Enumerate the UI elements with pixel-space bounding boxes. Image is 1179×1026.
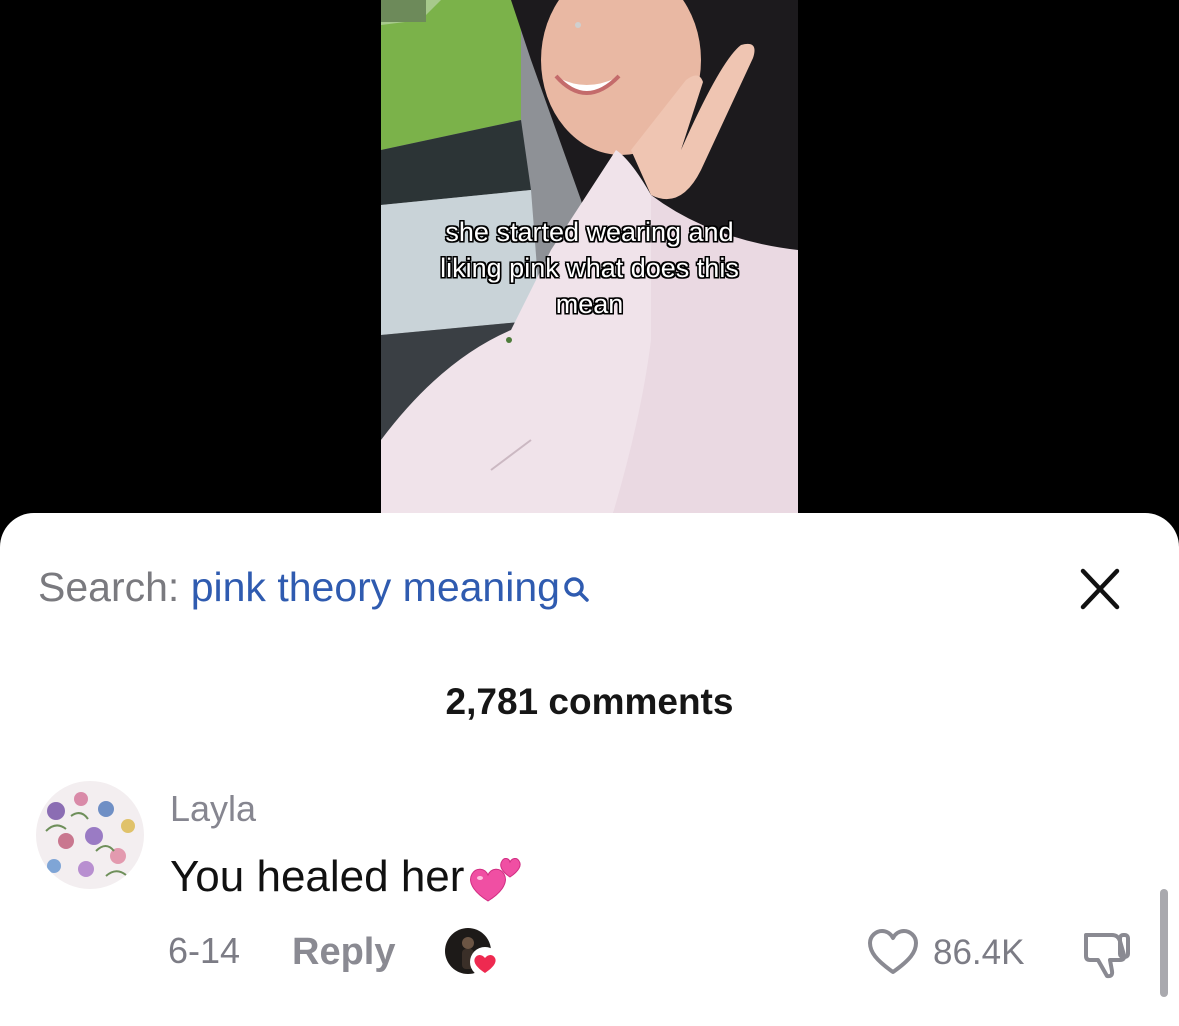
video-caption: she started wearing and liking pink what… <box>381 214 798 322</box>
avatar[interactable] <box>36 781 144 889</box>
heart-outline-icon[interactable] <box>866 927 920 977</box>
caption-line: mean <box>555 289 624 319</box>
caption-line: liking pink what does this <box>440 253 739 283</box>
creator-liked-badge <box>444 927 502 979</box>
two-hearts-emoji <box>466 851 524 903</box>
like-count: 86.4K <box>933 933 1025 972</box>
reply-button[interactable]: Reply <box>292 929 395 975</box>
comment-body: You healed her <box>170 851 524 903</box>
thumbs-down-icon[interactable] <box>1080 927 1134 979</box>
search-suggestion[interactable]: Search: pink theory meaning <box>38 561 592 613</box>
comment-count: 2,781 comments <box>445 681 734 722</box>
tiktok-comments-screen: she started wearing and liking pink what… <box>0 0 1179 1026</box>
caption-line: she started wearing and <box>445 217 734 247</box>
scrollbar[interactable] <box>1160 889 1168 997</box>
search-query-link[interactable]: pink theory meaning <box>191 564 560 610</box>
video-player[interactable]: she started wearing and liking pink what… <box>381 0 798 520</box>
comment-username[interactable]: Layla <box>170 787 256 831</box>
comment-text: You healed her <box>170 852 465 901</box>
comment-date: 6-14 <box>168 930 241 971</box>
search-prefix: Search: <box>38 564 180 610</box>
comments-sheet: Search: pink theory meaning 2,781 commen… <box>0 513 1179 1026</box>
search-icon[interactable] <box>562 565 592 602</box>
close-icon[interactable] <box>1074 565 1126 613</box>
